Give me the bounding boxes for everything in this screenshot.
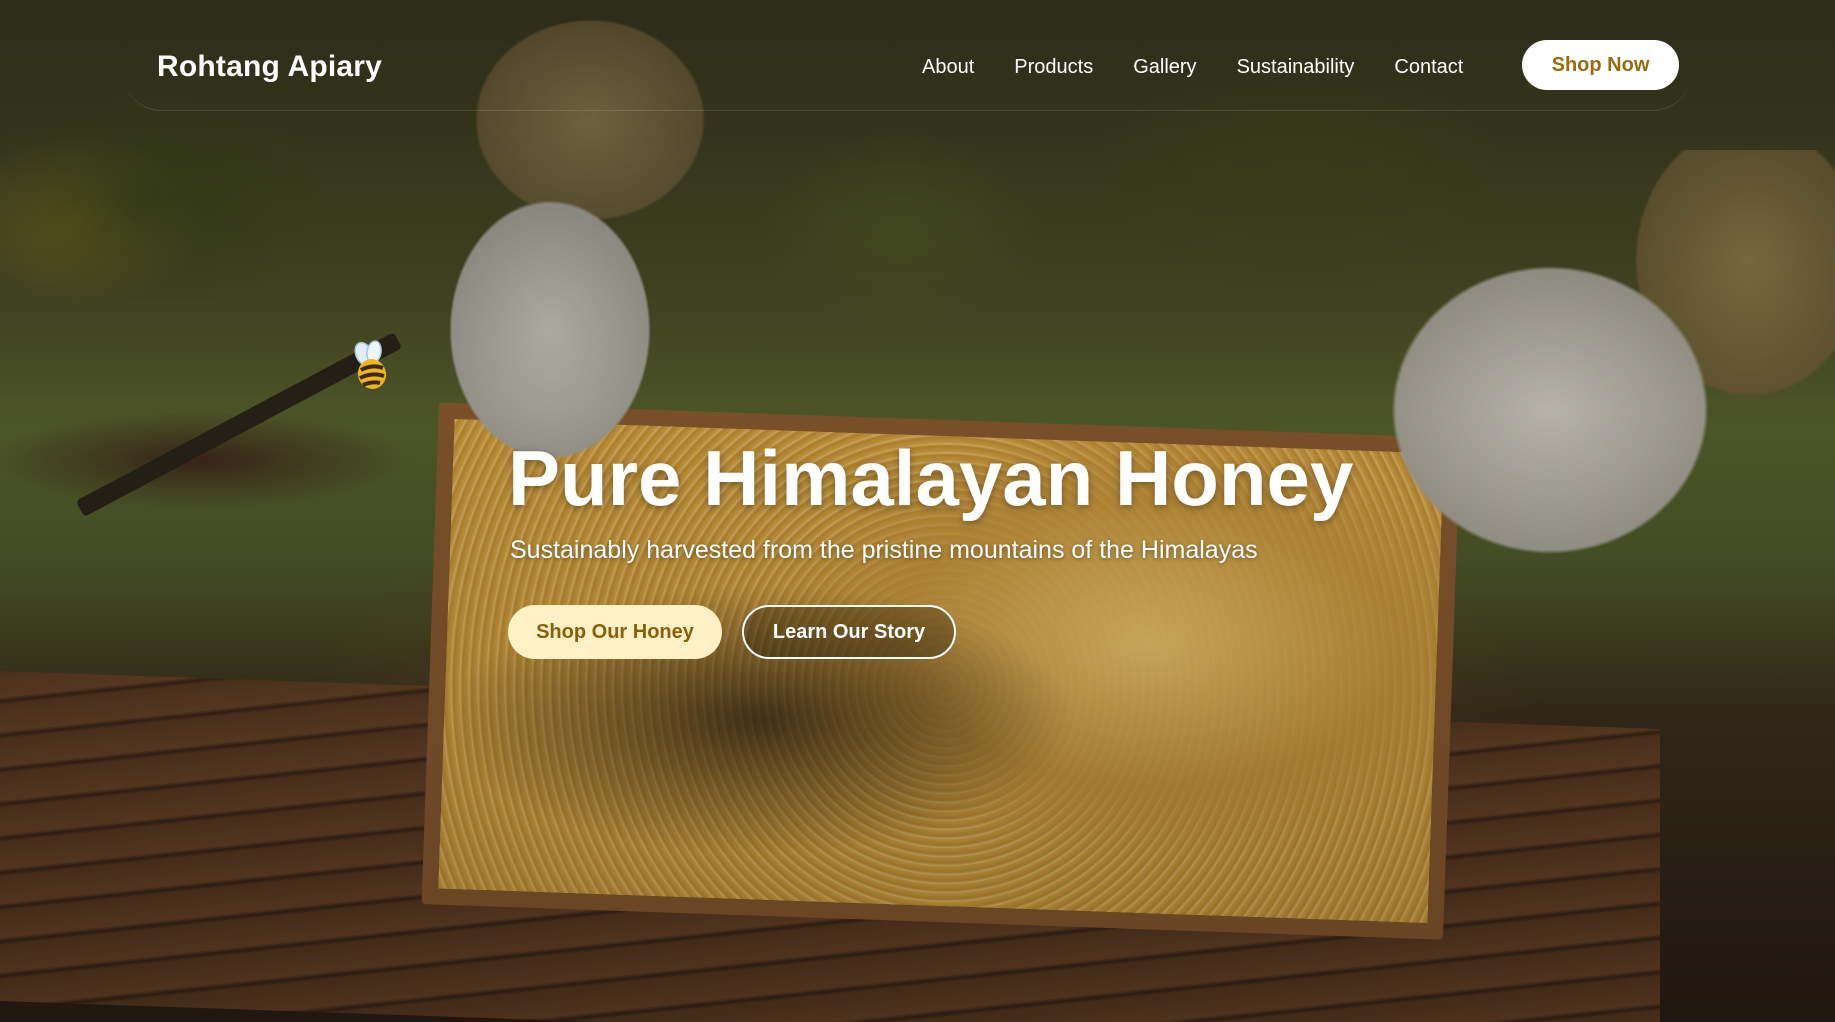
hero-subtitle: Sustainably harvested from the pristine …	[510, 536, 1258, 564]
background-hive-box	[0, 671, 1660, 1022]
nav-link-gallery[interactable]: Gallery	[1133, 56, 1196, 79]
learn-our-story-button[interactable]: Learn Our Story	[742, 605, 956, 659]
hero-cta-row: Shop Our Honey Learn Our Story	[508, 605, 1408, 659]
shop-our-honey-button[interactable]: Shop Our Honey	[508, 605, 722, 659]
bee-icon	[354, 340, 387, 389]
hero-section: Rohtang Apiary About Products Gallery Su…	[0, 0, 1835, 1022]
hero-content: Pure Himalayan Honey Sustainably harvest…	[508, 430, 1408, 659]
nav-link-sustainability[interactable]: Sustainability	[1237, 56, 1355, 79]
hero-title: Pure Himalayan Honey	[508, 434, 1354, 522]
brand-logo[interactable]: Rohtang Apiary	[157, 50, 382, 84]
shop-now-button[interactable]: Shop Now	[1522, 40, 1679, 90]
nav-link-products[interactable]: Products	[1014, 56, 1093, 79]
nav-links: About Products Gallery Sustainability Co…	[922, 56, 1463, 79]
navbar: Rohtang Apiary About Products Gallery Su…	[122, 30, 1692, 111]
background-soil	[0, 380, 520, 540]
nav-link-about[interactable]: About	[922, 56, 974, 79]
nav-link-contact[interactable]: Contact	[1394, 56, 1463, 79]
